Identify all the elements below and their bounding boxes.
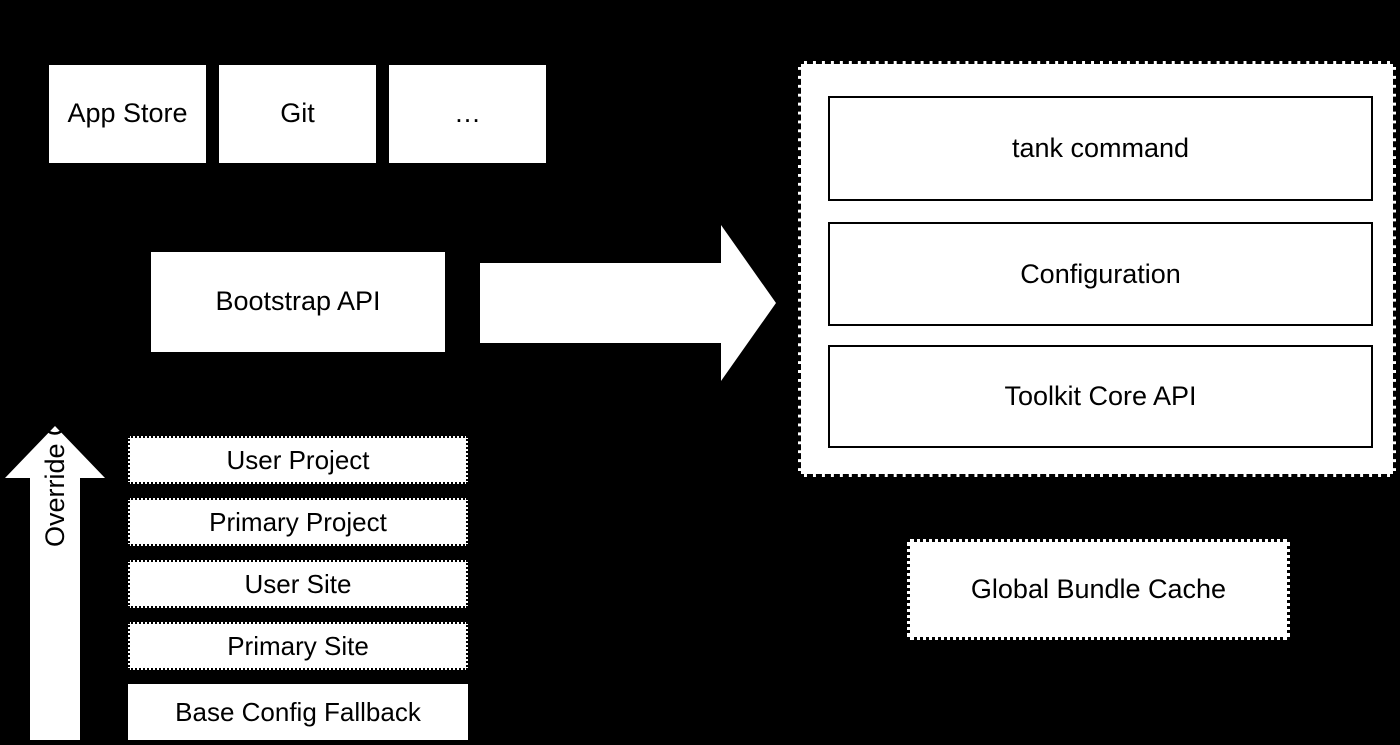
panel-item-label: Toolkit Core API [1004, 381, 1197, 411]
diagram-canvas: App Store Git … Bootstrap API tank comma… [0, 0, 1400, 740]
toolkit-panel: tank command Configuration Toolkit Core … [798, 61, 1396, 477]
config-layer-base-config-fallback: Base Config Fallback [128, 684, 468, 740]
config-layer-label: Primary Project [209, 506, 387, 537]
source-label: App Store [67, 98, 188, 129]
panel-item-label: tank command [1011, 133, 1190, 163]
source-box-ellipsis: … [389, 65, 546, 163]
bootstrap-api-label: Bootstrap API [215, 286, 381, 317]
panel-item-configuration: Configuration [828, 222, 1373, 326]
global-bundle-cache-box: Global Bundle Cache [907, 539, 1290, 640]
config-layer-primary-site: Primary Site [128, 622, 468, 670]
config-layer-primary-project: Primary Project [128, 498, 468, 546]
panel-item-label: Configuration [1020, 258, 1181, 289]
config-layer-user-site: User Site [128, 560, 468, 608]
config-layer-label: User Site [244, 568, 352, 599]
bootstrap-api-box: Bootstrap API [151, 252, 445, 352]
config-layer-label: Base Config Fallback [175, 696, 421, 727]
panel-item-toolkit-core-api: Toolkit Core API [828, 345, 1373, 448]
global-bundle-cache-label: Global Bundle Cache [970, 573, 1227, 604]
source-label: Git [280, 98, 315, 129]
up-arrow-icon [0, 422, 110, 740]
config-layer-user-project: User Project [128, 436, 468, 484]
config-layer-label: Primary Site [227, 630, 369, 661]
source-label: … [454, 98, 481, 129]
config-layer-label: User Project [226, 444, 370, 475]
right-arrow-icon [478, 223, 778, 383]
source-box-app-store: App Store [49, 65, 206, 163]
source-box-git: Git [219, 65, 376, 163]
panel-item-tank-command: tank command [828, 96, 1373, 201]
